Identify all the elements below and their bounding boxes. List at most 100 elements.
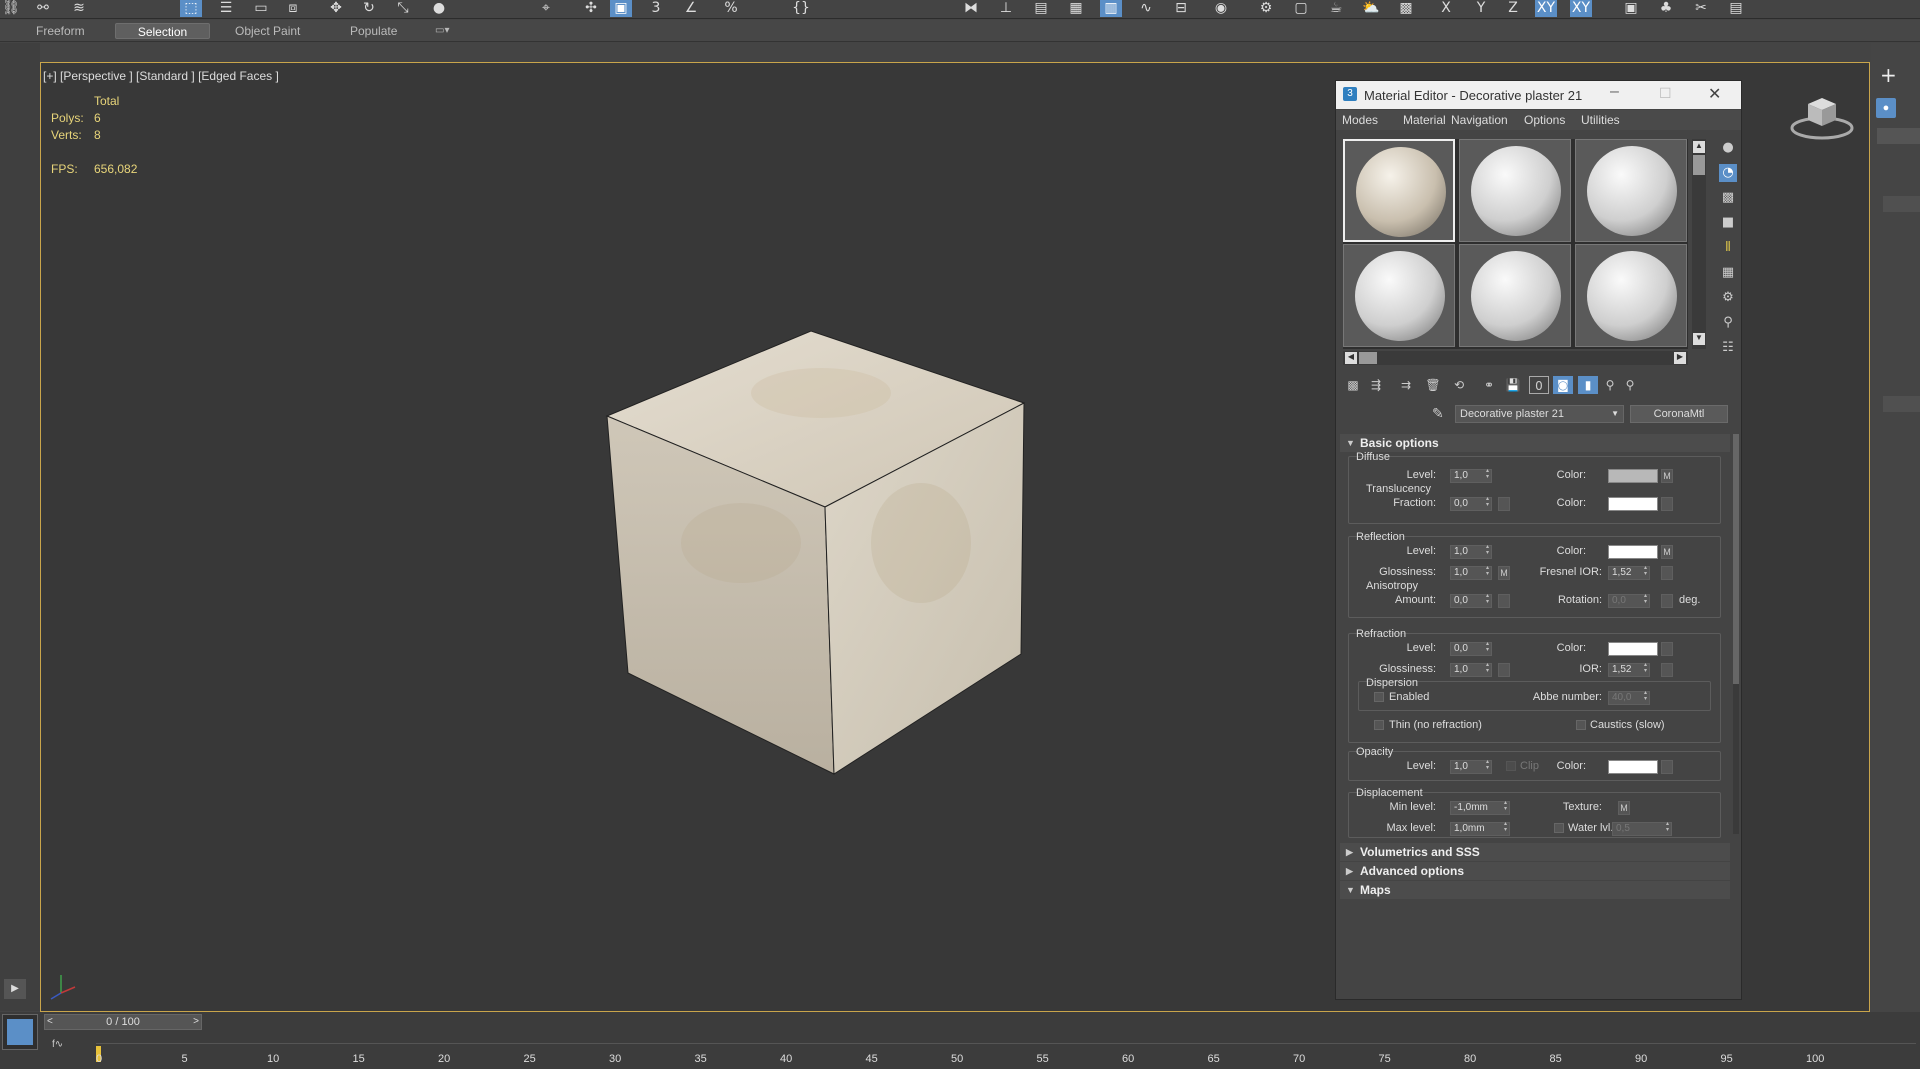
sample-slot-1[interactable] [1343,139,1455,242]
tab-object-paint[interactable]: Object Paint [225,23,310,39]
displacement-min-spinner[interactable]: -1,0mm [1450,800,1510,815]
curve-icon[interactable]: f∿ [52,1039,63,1050]
menu-options[interactable]: Options [1524,113,1565,127]
minimize-icon[interactable]: – [1610,83,1619,101]
anisotropy-rotation-map-button[interactable] [1661,594,1673,608]
refraction-color-swatch[interactable] [1608,642,1658,656]
link-icon[interactable]: ⛓ [0,0,22,17]
get-material-icon[interactable]: ▩ [1343,376,1363,394]
tab-freeform[interactable]: Freeform [26,23,95,39]
refraction-gloss-spinner[interactable]: 1,0 [1450,662,1492,677]
menu-modes[interactable]: Modes [1342,113,1378,127]
menu-navigation[interactable]: Navigation [1451,113,1508,127]
z-axis-icon[interactable]: Z [1502,0,1524,17]
geometry-icon[interactable]: ● [1876,98,1896,118]
put-to-scene-icon[interactable]: ⇶ [1366,376,1386,394]
eyedropper-icon[interactable]: ✎ [1432,405,1444,422]
translucency-color-map-button[interactable] [1661,497,1673,511]
thin-checkbox[interactable] [1374,720,1384,730]
sample-slot-2[interactable] [1459,139,1571,242]
show-shaded-material-icon[interactable]: ◙ [1553,376,1573,394]
layer-explorer-icon[interactable]: ▦ [1065,0,1087,17]
maxscript-play-icon[interactable]: ▶ [4,979,26,999]
diffuse-level-spinner[interactable]: 1,0 [1450,468,1492,483]
slots-horizontal-scrollbar[interactable]: ◀ ▶ [1343,351,1688,365]
translucency-fraction-map-button[interactable] [1498,497,1510,511]
xy-plane-2-icon[interactable]: XY [1570,0,1592,17]
viewcube-icon[interactable] [1790,90,1854,140]
mirror-icon[interactable]: ⧓ [960,0,982,17]
rollout-volumetrics[interactable]: ▶ Volumetrics and SSS [1340,843,1730,861]
material-type-button[interactable]: CoronaMtl [1630,405,1728,423]
sample-slot-4[interactable] [1343,244,1455,347]
opacity-level-spinner[interactable]: 1,0 [1450,759,1492,774]
options-icon[interactable]: ⚙ [1719,289,1737,307]
bind-space-warp-icon[interactable]: ≋ [68,0,90,17]
named-selection-icon[interactable]: {} [790,0,812,17]
render-setup-icon[interactable]: ⚙ [1255,0,1277,17]
keyboard-override-icon[interactable]: ▣ [610,0,632,17]
reflection-map-button[interactable]: M [1661,545,1673,559]
water-level-checkbox[interactable] [1554,823,1564,833]
assign-to-selection-icon[interactable]: ⇉ [1396,376,1416,394]
sample-slot-6[interactable] [1575,244,1687,347]
align-icon[interactable]: ⊥ [995,0,1017,17]
percent-snap-icon[interactable]: % [720,0,742,17]
refraction-gloss-map-button[interactable] [1498,663,1510,677]
window-crossing-icon[interactable]: ⧈ [282,0,304,17]
curve-editor-icon[interactable]: ∿ [1135,0,1157,17]
rollout-basic-options[interactable]: ▼ Basic options [1340,434,1730,452]
opacity-map-button[interactable] [1661,760,1673,774]
x-axis-icon[interactable]: X [1435,0,1457,17]
material-name-field[interactable]: Decorative plaster 21 ▼ [1455,405,1624,423]
close-icon[interactable]: ✕ [1708,84,1721,104]
maximize-icon[interactable]: ☐ [1659,85,1672,102]
viewport-label[interactable]: [+] [Perspective ] [Standard ] [Edged Fa… [43,69,279,83]
sample-uv-icon[interactable]: ■ [1719,214,1737,232]
displacement-max-spinner[interactable]: 1,0mm [1450,821,1510,836]
rollout-advanced-options[interactable]: ▶ Advanced options [1340,862,1730,880]
render-production-icon[interactable]: ▩ [1395,0,1417,17]
dispersion-enabled-checkbox[interactable] [1374,692,1384,702]
tools-icon[interactable]: ✂ [1690,0,1712,17]
translucency-fraction-spinner[interactable]: 0,0 [1450,496,1492,511]
unlink-icon[interactable]: ⚯ [32,0,54,17]
opacity-clip-checkbox[interactable] [1506,761,1516,771]
slots-vertical-scrollbar[interactable]: ▲ ▼ [1692,139,1706,349]
fresnel-ior-map-button[interactable] [1661,566,1673,580]
translucency-color-swatch[interactable] [1608,497,1658,511]
refraction-ior-map-button[interactable] [1661,663,1673,677]
create-plus-icon[interactable]: + [1880,63,1897,87]
reflection-gloss-spinner[interactable]: 1,0 [1450,565,1492,580]
make-preview-icon[interactable]: ▦ [1719,264,1737,282]
tab-selection[interactable]: Selection [115,23,210,39]
ribbon-toggle-icon[interactable]: ▥ [1100,0,1122,17]
ribbon-options-icon[interactable]: ▭▾ [425,23,459,39]
render-iterative-icon[interactable]: ⛅ [1360,0,1382,17]
sample-slot-3[interactable] [1575,139,1687,242]
xy-plane-icon[interactable]: XY [1535,0,1557,17]
menu-utilities[interactable]: Utilities [1581,113,1620,127]
abbe-number-spinner[interactable]: 40,0 [1608,690,1650,705]
sample-slot-5[interactable] [1459,244,1571,347]
anisotropy-amount-map-button[interactable] [1498,594,1510,608]
refraction-color-map-button[interactable] [1661,642,1673,656]
pivot-icon[interactable]: ⌖ [535,0,557,17]
select-object-icon[interactable]: ⬚ [180,0,202,17]
background-icon[interactable]: ▩ [1719,189,1737,207]
refraction-ior-spinner[interactable]: 1,52 [1608,662,1650,677]
plaster-cube[interactable] [605,330,1026,775]
menu-material[interactable]: Material [1403,113,1446,127]
placement-icon[interactable]: ● [428,0,450,17]
water-level-spinner[interactable]: 0,5 [1612,821,1672,836]
backlight-icon[interactable]: ◔ [1719,164,1737,182]
refraction-level-spinner[interactable]: 0,0 [1450,641,1492,656]
save-icon[interactable]: 💾 [1503,376,1523,394]
angle-snap-icon[interactable]: ∠ [680,0,702,17]
mini-listener[interactable] [2,1014,38,1050]
rect-selection-icon[interactable]: ▭ [250,0,272,17]
displacement-texture-button[interactable]: M [1618,801,1630,815]
scale-icon[interactable]: ⤡ [392,0,414,17]
select-by-material-icon[interactable]: ⚲ [1719,314,1737,332]
video-color-check-icon[interactable]: ⦀ [1719,239,1737,257]
